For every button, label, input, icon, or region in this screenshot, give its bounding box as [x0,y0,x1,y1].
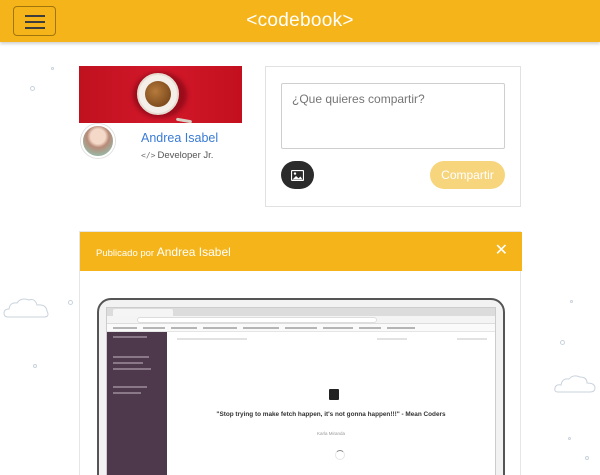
post-author-link[interactable]: Andrea Isabel [157,245,231,259]
cloud-icon [554,375,596,393]
profile-role-label: Developer Jr. [157,150,214,161]
brand-logo[interactable]: <codebook> [0,10,600,32]
post-image[interactable]: "Stop trying to make fetch happen, it's … [97,298,505,475]
share-button[interactable]: Compartir [430,161,505,189]
post-header: Publicado por Andrea Isabel ✕ [80,232,522,271]
post-published-by-label: Publicado por [96,248,155,259]
post-image-screen: "Stop trying to make fetch happen, it's … [106,307,496,475]
profile-role: </> Developer Jr. [141,150,213,161]
avatar[interactable] [81,124,115,158]
code-icon: </> [141,151,156,160]
app-logo-icon [329,389,339,400]
top-navbar: <codebook> [0,0,600,42]
cloud-icon [3,298,49,318]
post-image-quote: "Stop trying to make fetch happen, it's … [216,411,446,418]
post-card: Publicado por Andrea Isabel ✕ "Stop tryi… [79,231,522,475]
post-byline: Publicado por Andrea Isabel [96,245,231,259]
profile-cover-image [79,66,242,123]
close-icon[interactable]: ✕ [495,243,508,259]
image-icon [291,169,304,181]
add-photo-button[interactable] [281,161,314,189]
profile-card: Andrea Isabel </> Developer Jr. [79,66,242,176]
post-image-quote-author: Karla Miranda [316,431,345,436]
compose-input[interactable] [281,83,505,149]
app-sidebar [107,332,167,475]
profile-name-link[interactable]: Andrea Isabel [141,131,218,145]
loading-spinner-icon [335,450,345,460]
compose-card: Compartir [265,66,521,207]
coffee-cup-image [137,73,193,123]
